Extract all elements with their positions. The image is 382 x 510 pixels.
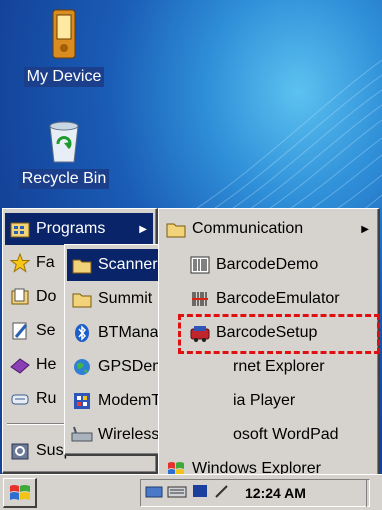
start-menu-item-label: Fa [36,254,55,271]
submenu-arrow-icon: ▶ [361,223,369,235]
desktop-icon-my-device[interactable]: My Device [14,8,114,87]
favorites-star-icon [9,252,31,274]
modem-icon [71,390,93,412]
start-menu-item-label: Ru [36,390,57,407]
programs-item-wordpad[interactable]: osoft WordPad [233,419,375,451]
pda-icon [52,9,76,59]
programs-item-label: osoft WordPad [233,426,339,443]
barcode-emulator-icon [189,288,211,310]
programs-item-media-player[interactable]: ia Player [233,385,375,417]
suspend-icon [9,440,31,462]
programs-item-label: rnet Explorer [233,358,325,375]
start-menu-item-label: Programs [36,220,106,237]
desktop-icon-label: My Device [23,67,105,87]
programs-menu-item-label: BTManag [98,324,168,341]
scanner-menu-item-barcodedemo[interactable]: BarcodeDemo [185,249,375,281]
annotation-highlight-box [178,314,380,354]
programs-folder-icon [9,218,31,240]
input-panel-icon[interactable] [191,483,209,504]
windows-flag-icon [9,484,30,500]
programs-item-internet-explorer[interactable]: rnet Explorer [233,351,375,383]
documents-icon [9,286,31,308]
desktop-icon-label: Recycle Bin [18,169,110,189]
folder-icon [165,218,187,240]
folder-icon [71,254,93,276]
globe-icon [71,356,93,378]
bluetooth-icon [71,322,93,344]
start-button[interactable] [3,478,37,508]
desktop-icon-recycle-bin[interactable]: Recycle Bin [8,118,120,189]
keyboard-icon[interactable] [167,483,187,504]
settings-icon [9,320,31,342]
scanner-menu-item-label: Communication [192,220,304,237]
clock[interactable]: 12:24 AM [245,485,306,501]
wlan-icon [71,424,93,446]
barcode-icon [189,254,211,276]
stylus-icon[interactable] [213,483,231,504]
taskbar: 12:24 AM [0,474,382,510]
scanner-menu-item-label: BarcodeDemo [216,256,319,273]
desktop-toggle-button[interactable] [366,479,380,507]
start-menu-item-label: He [36,356,57,373]
run-icon [9,388,31,410]
start-menu-item-label: Se [36,322,56,339]
programs-item-label: ia Player [233,392,296,409]
system-tray: 12:24 AM [140,479,370,507]
start-menu-item-programs[interactable]: Programs ▶ [5,213,153,245]
folder-icon [71,288,93,310]
programs-menu-item-label: Summit [98,290,153,307]
start-menu-item-label: Do [36,288,57,305]
network-icon[interactable] [145,483,163,504]
programs-menu-item-label: Scanner [98,256,158,273]
scanner-menu-item-barcodeemulator[interactable]: BarcodeEmulator [185,283,375,315]
help-icon [9,354,31,376]
recycle-bin-icon [49,121,79,163]
submenu-arrow-icon: ▶ [139,223,147,235]
scanner-menu-item-communication[interactable]: Communication ▶ [161,213,375,245]
scanner-menu-item-label: BarcodeEmulator [216,290,340,307]
